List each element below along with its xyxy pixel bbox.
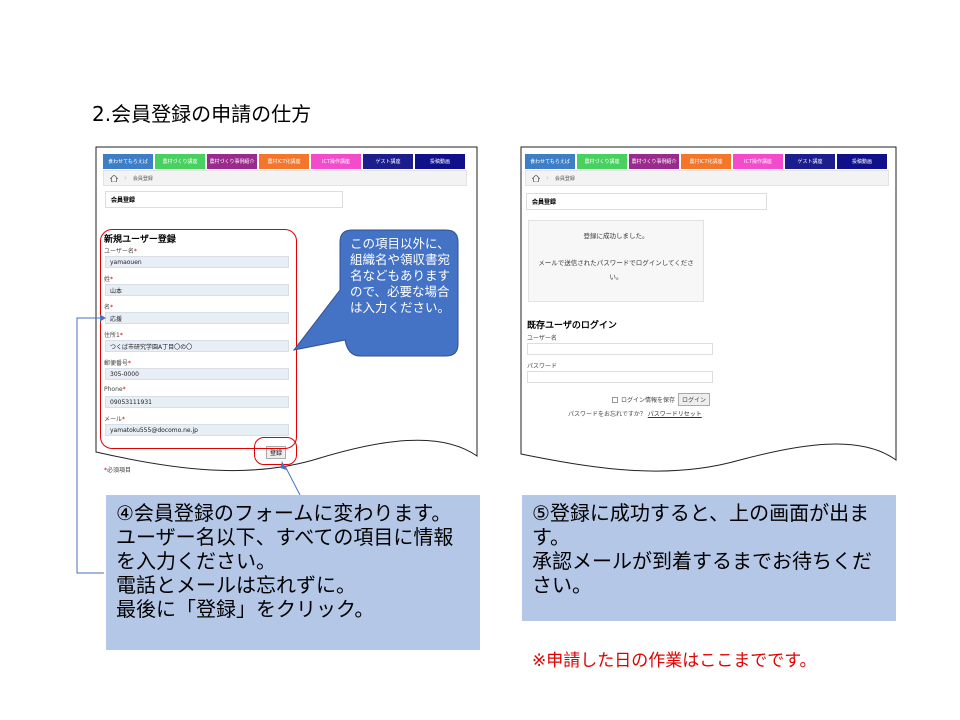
caption-step4: ④会員登録のフォームに変わります。ユーザー名以下、すべての項目に情報を入力くださ…	[106, 495, 480, 650]
red-note: ※申請した日の作業はここまでです。	[532, 651, 817, 671]
caption-step5: ⑤登録に成功すると、上の画面が出ます。 承認メールが到着するまでお待ちください。	[522, 495, 896, 621]
